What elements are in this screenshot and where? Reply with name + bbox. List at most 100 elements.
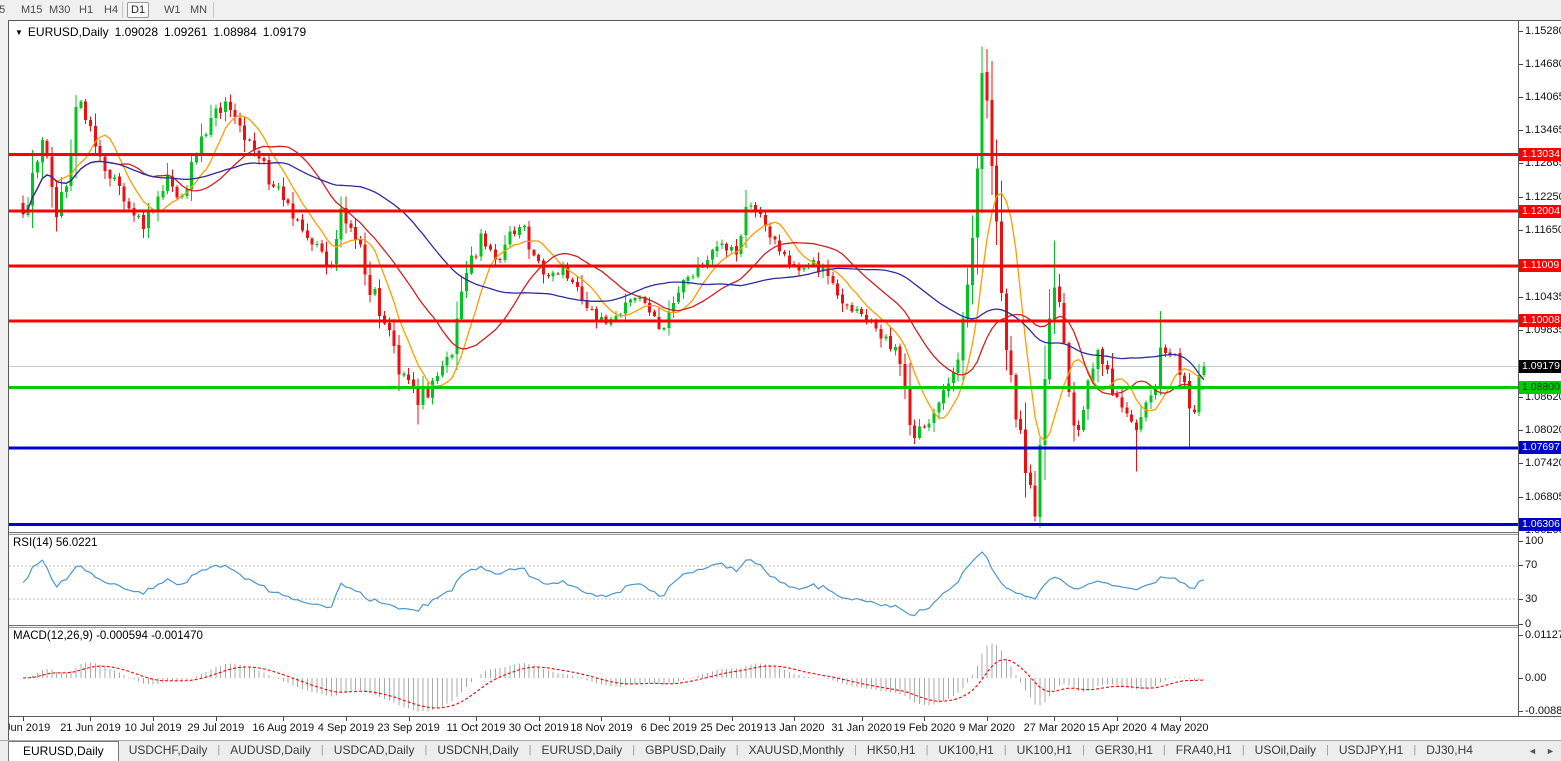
time-tick bbox=[538, 717, 540, 721]
level-price-tag: 1.13034 bbox=[1519, 148, 1561, 161]
chart-tab-9[interactable]: UK100,H1 bbox=[928, 741, 1003, 761]
macd-histogram bbox=[27, 643, 1205, 712]
chart-tab-3[interactable]: USDCAD,Daily bbox=[324, 741, 425, 761]
time-label: 18 Nov 2019 bbox=[570, 722, 633, 734]
chart-tab-8[interactable]: HK50,H1 bbox=[857, 741, 926, 761]
price-pane[interactable]: ▼ EURUSD,Daily 1.09028 1.09261 1.08984 1.0917… bbox=[9, 21, 1519, 532]
price-tick-dash bbox=[1519, 63, 1523, 65]
macd-tick: 0.00 bbox=[1525, 671, 1547, 684]
timeframe-toolbar: M5 M15M30H1 H4 D1 W1MN bbox=[0, 0, 1561, 20]
level-price-tag: 1.11009 bbox=[1519, 259, 1561, 273]
chart-tab-0[interactable]: EURUSD,Daily bbox=[8, 741, 119, 761]
chart-tab-6[interactable]: GBPUSD,Daily bbox=[635, 741, 736, 761]
time-tick bbox=[408, 717, 410, 721]
rsi-line bbox=[22, 551, 1205, 617]
time-axis[interactable]: 3 Jun 2019 21 Jun 201910 Jul 2019 29 Jul 2… bbox=[9, 716, 1561, 740]
macd-tick: 0.011277 bbox=[1525, 628, 1561, 641]
rsi-tick-dash bbox=[1519, 540, 1523, 542]
chart-tab-15[interactable]: DJ30,H4 bbox=[1416, 741, 1483, 761]
price-axis[interactable]: 1.15280 1.14680 1.14065 1.13465 1.12865 1.122… bbox=[1519, 21, 1561, 716]
time-label: 4 Sep 2019 bbox=[317, 722, 375, 734]
chart-tab-7[interactable]: XAUUSD,Monthly bbox=[739, 741, 854, 761]
price-tick-dash bbox=[1519, 30, 1523, 32]
time-label: 10 Jul 2019 bbox=[124, 722, 182, 734]
time-label: 27 Mar 2020 bbox=[1023, 722, 1086, 734]
time-label: 29 Jul 2019 bbox=[187, 722, 245, 734]
time-tick bbox=[924, 717, 926, 721]
timeframe-button-h1[interactable]: H1 bbox=[76, 3, 96, 17]
time-label: 13 Jan 2020 bbox=[763, 722, 825, 734]
time-label: 30 Oct 2019 bbox=[508, 722, 569, 734]
rsi-pane[interactable]: RSI(14) 56.0221 bbox=[9, 535, 1519, 625]
chart-tab-1[interactable]: USDCHF,Daily bbox=[119, 741, 218, 761]
macd-tick: -0.008845 bbox=[1525, 705, 1561, 716]
candlestick-chart[interactable] bbox=[9, 21, 1519, 532]
tab-scroll-left-button[interactable]: ◄ bbox=[1528, 746, 1537, 756]
time-label: 25 Dec 2019 bbox=[700, 722, 763, 734]
price-tick-dash bbox=[1519, 197, 1523, 199]
time-tick bbox=[476, 717, 478, 721]
timeframe-button-m30[interactable]: M30 bbox=[46, 3, 73, 17]
price-tick: 1.08020 bbox=[1525, 423, 1561, 436]
price-tick: 1.11650 bbox=[1525, 224, 1561, 237]
chart-tab-2[interactable]: AUDUSD,Daily bbox=[220, 741, 321, 761]
symbol-label: EURUSD,Daily bbox=[27, 25, 109, 39]
chart-window: ▼ EURUSD,Daily 1.09028 1.09261 1.08984 1.0917… bbox=[9, 21, 1561, 740]
timeframe-button-w1[interactable]: W1 bbox=[161, 3, 184, 17]
chart-tab-13[interactable]: USOil,Daily bbox=[1245, 741, 1326, 761]
price-tick: 1.10435 bbox=[1525, 290, 1561, 303]
price-tick-dash bbox=[1519, 130, 1523, 132]
timeframe-button-h4[interactable]: H4 bbox=[101, 3, 121, 17]
time-tick bbox=[345, 717, 347, 721]
macd-label: MACD(12,26,9) -0.000594 -0.001470 bbox=[13, 630, 203, 642]
time-tick bbox=[601, 717, 603, 721]
rsi-tick-dash bbox=[1519, 598, 1523, 600]
timeframe-button-d1[interactable]: D1 bbox=[127, 2, 150, 18]
time-tick bbox=[1117, 717, 1119, 721]
rsi-tick: 100 bbox=[1525, 534, 1544, 547]
toolbar-separator bbox=[213, 2, 214, 18]
level-price-tag: 1.08800 bbox=[1519, 380, 1561, 394]
price-tick: 1.12250 bbox=[1525, 191, 1561, 204]
price-tick-dash bbox=[1519, 97, 1523, 99]
time-tick bbox=[731, 717, 733, 721]
macd-tick-dash bbox=[1519, 677, 1523, 679]
chart-tab-4[interactable]: USDCNH,Daily bbox=[427, 741, 528, 761]
macd-signal-line bbox=[22, 659, 1204, 709]
chart-tab-10[interactable]: UK100,H1 bbox=[1007, 741, 1082, 761]
timeframe-button-m5[interactable]: M5 bbox=[0, 3, 8, 17]
price-tick-dash bbox=[1519, 329, 1523, 331]
ma-fast-line bbox=[22, 115, 1205, 442]
time-tick bbox=[861, 717, 863, 721]
macd-tick-dash bbox=[1519, 711, 1523, 713]
toolbar-separator bbox=[122, 2, 123, 18]
ohlc-open: 1.09028 bbox=[114, 25, 158, 39]
chart-tab-12[interactable]: FRA40,H1 bbox=[1166, 741, 1242, 761]
price-tick-dash bbox=[1519, 163, 1523, 165]
time-tick bbox=[23, 717, 24, 721]
price-tick-dash bbox=[1519, 496, 1523, 498]
price-tick: 1.15280 bbox=[1525, 24, 1561, 37]
level-price-tag: 1.12004 bbox=[1519, 204, 1561, 218]
price-tick-dash bbox=[1519, 462, 1523, 464]
time-label: 3 Jun 2019 bbox=[9, 722, 51, 734]
timeframe-button-mn[interactable]: MN bbox=[187, 3, 210, 17]
chart-tab-11[interactable]: GER30,H1 bbox=[1085, 741, 1163, 761]
current-price-tag: 1.09179 bbox=[1519, 359, 1561, 373]
chart-tab-14[interactable]: USDJPY,H1 bbox=[1329, 741, 1413, 761]
ma-medium-line bbox=[22, 145, 1204, 396]
time-label: 16 Aug 2019 bbox=[252, 722, 315, 734]
macd-pane[interactable]: MACD(12,26,9) -0.000594 -0.001470 bbox=[9, 628, 1519, 716]
time-label: 31 Jan 2020 bbox=[831, 722, 892, 734]
chart-tab-5[interactable]: EURUSD,Daily bbox=[532, 741, 633, 761]
timeframe-button-m15[interactable]: M15 bbox=[18, 3, 45, 17]
price-tick: 1.13465 bbox=[1525, 124, 1561, 137]
chart-header: ▼ EURUSD,Daily 1.09028 1.09261 1.08984 1.0917… bbox=[15, 25, 312, 39]
time-label: 11 Oct 2019 bbox=[446, 722, 506, 734]
tab-scroll-right-button[interactable]: ► bbox=[1546, 746, 1555, 756]
time-label: 21 Jun 2019 bbox=[60, 722, 121, 734]
symbol-dropdown-icon[interactable]: ▼ bbox=[15, 28, 23, 37]
time-tick bbox=[668, 717, 670, 721]
price-tick: 1.07420 bbox=[1525, 456, 1561, 469]
time-tick bbox=[1179, 717, 1181, 721]
